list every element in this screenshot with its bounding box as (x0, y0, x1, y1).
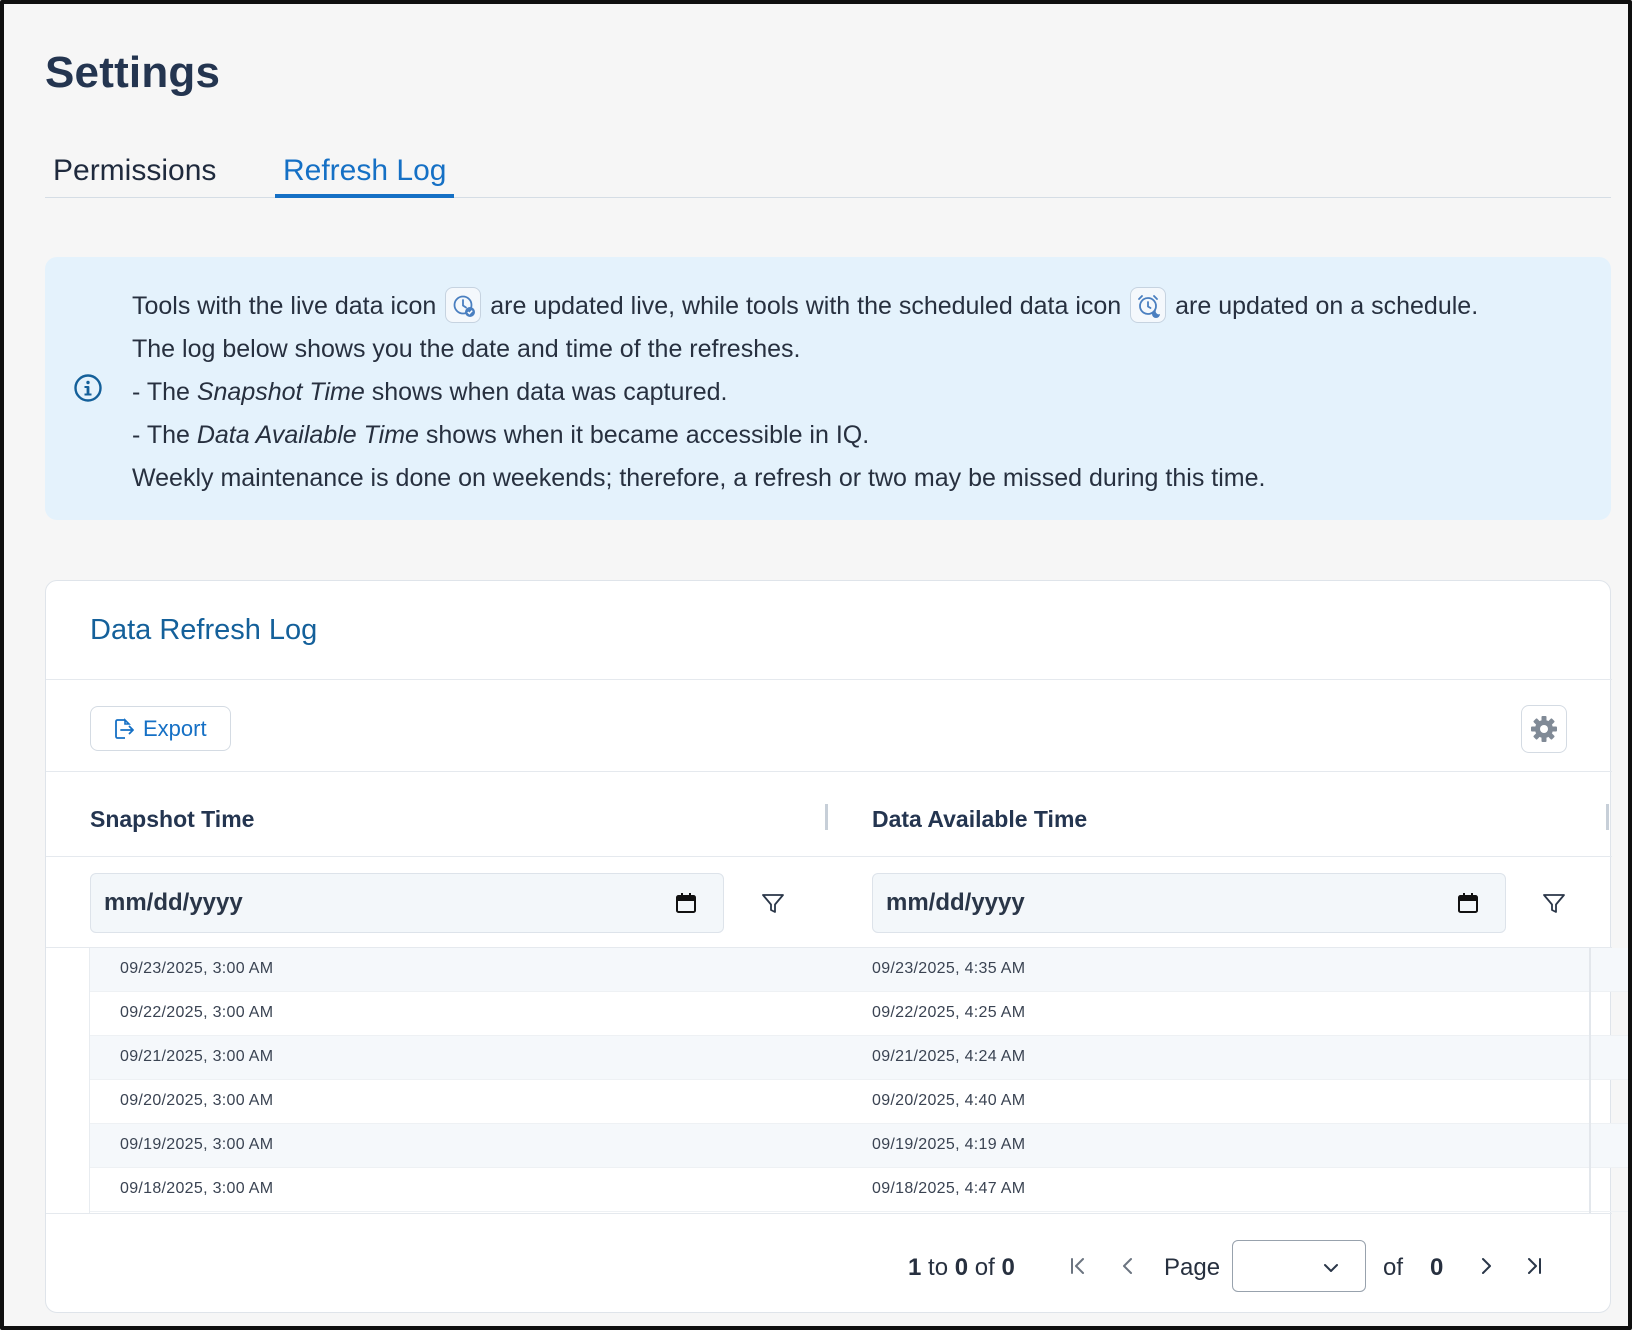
vertical-scrollbar[interactable] (1589, 948, 1591, 1213)
available-date-filter-input[interactable]: mm/dd/yyyy (872, 873, 1506, 933)
info-line-4: - The Data Available Time shows when it … (132, 414, 1592, 457)
row-range-start: 1 (908, 1254, 922, 1281)
info-line-2: The log below shows you the date and tim… (132, 335, 801, 363)
tab-permissions[interactable]: Permissions (45, 154, 224, 198)
info-banner: Tools with the live data icon are update… (45, 257, 1611, 520)
table-row[interactable]: 09/18/2025, 3:00 AM 09/18/2025, 4:47 AM (90, 1168, 1632, 1212)
previous-page-icon[interactable] (1116, 1254, 1140, 1278)
snapshot-time-cell: 09/21/2025, 3:00 AM (120, 1048, 274, 1065)
card-title: Data Refresh Log (90, 614, 318, 646)
data-available-time-cell: 09/21/2025, 4:24 AM (872, 1048, 1026, 1065)
pagination: 1 to 0 of 0 Page of 0 (46, 1213, 1612, 1313)
export-icon (115, 717, 134, 739)
alarm-clock-icon (1130, 287, 1167, 323)
page-label: Page (1164, 1254, 1221, 1281)
tab-bar: Permissions Refresh Log (45, 150, 1611, 198)
info-icon (73, 373, 103, 408)
divider (46, 856, 1612, 857)
page-total: 0 (1430, 1254, 1444, 1281)
last-page-icon[interactable] (1522, 1254, 1546, 1278)
clock-check-icon (445, 287, 482, 323)
table-row[interactable]: 09/23/2025, 3:00 AM 09/23/2025, 4:35 AM (90, 948, 1632, 992)
snapshot-time-cell: 09/23/2025, 3:00 AM (120, 960, 274, 977)
column-header-data-available-time[interactable]: Data Available Time (872, 806, 1087, 833)
info-line-1c: are updated on a schedule. (1175, 292, 1479, 320)
info-line-1: Tools with the live data icon are update… (132, 285, 1592, 328)
data-refresh-log-card: Data Refresh Log Export Snapshot Time Da… (45, 580, 1632, 1313)
divider (46, 679, 1612, 680)
gear-icon (1531, 716, 1557, 742)
chevron-down-icon (1324, 1264, 1338, 1272)
row-range-to: to (928, 1254, 949, 1281)
column-header-snapshot-time[interactable]: Snapshot Time (90, 806, 254, 833)
filter-icon[interactable] (760, 891, 786, 917)
info-line-4-prefix: - The (132, 421, 197, 449)
page-title: Settings (45, 48, 221, 97)
calendar-icon[interactable] (675, 892, 697, 914)
info-line-4-em: Data Available Time (196, 421, 419, 449)
export-button[interactable]: Export (90, 706, 231, 751)
snapshot-time-cell: 09/18/2025, 3:00 AM (120, 1180, 274, 1197)
table-row[interactable]: 09/21/2025, 3:00 AM 09/21/2025, 4:24 AM (90, 1036, 1632, 1080)
row-count-summary: 1 to 0 of 0 (908, 1254, 1015, 1282)
divider (46, 771, 1612, 772)
of-label: of (1383, 1254, 1404, 1281)
row-range-end: 0 (954, 1254, 969, 1281)
row-total: 0 (1001, 1254, 1015, 1281)
data-available-time-cell: 09/23/2025, 4:35 AM (872, 960, 1026, 977)
info-text: Tools with the live data icon are update… (132, 285, 1592, 500)
export-label: Export (143, 715, 207, 741)
column-resize-handle[interactable] (1606, 804, 1609, 830)
filter-icon[interactable] (1541, 891, 1567, 917)
info-line-1a: Tools with the live data icon (132, 292, 437, 320)
row-range-of: of (974, 1254, 995, 1281)
info-line-1b: are updated live, while tools with the s… (490, 292, 1122, 320)
column-resize-handle[interactable] (825, 804, 828, 830)
info-line-4-suffix: shows when it became accessible in IQ. (418, 421, 870, 449)
data-available-time-cell: 09/18/2025, 4:47 AM (872, 1180, 1026, 1197)
tab-refresh-log[interactable]: Refresh Log (275, 154, 455, 198)
date-placeholder: mm/dd/yyyy (886, 889, 1025, 916)
snapshot-time-cell: 09/22/2025, 3:00 AM (120, 1004, 274, 1021)
data-available-time-cell: 09/19/2025, 4:19 AM (872, 1136, 1026, 1153)
table-row[interactable]: 09/19/2025, 3:00 AM 09/19/2025, 4:19 AM (90, 1124, 1632, 1168)
info-line-3-suffix: shows when data was captured. (364, 378, 728, 406)
table-row[interactable]: 09/20/2025, 3:00 AM 09/20/2025, 4:40 AM (90, 1080, 1632, 1124)
first-page-icon[interactable] (1066, 1254, 1090, 1278)
page-select[interactable] (1232, 1240, 1366, 1292)
date-placeholder: mm/dd/yyyy (104, 889, 243, 916)
table-body[interactable]: 09/23/2025, 3:00 AM 09/23/2025, 4:35 AM 09… (90, 948, 1632, 1213)
table-row[interactable]: 09/22/2025, 3:00 AM 09/22/2025, 4:25 AM (90, 992, 1632, 1036)
snapshot-time-cell: 09/20/2025, 3:00 AM (120, 1092, 274, 1109)
snapshot-date-filter-input[interactable]: mm/dd/yyyy (90, 873, 724, 933)
info-line-5: Weekly maintenance is done on weekends; … (132, 464, 1266, 492)
data-available-time-cell: 09/20/2025, 4:40 AM (872, 1092, 1026, 1109)
snapshot-time-cell: 09/19/2025, 3:00 AM (120, 1136, 274, 1153)
next-page-icon[interactable] (1474, 1254, 1498, 1278)
table-settings-button[interactable] (1521, 705, 1567, 753)
info-line-3-prefix: - The (132, 378, 197, 406)
data-available-time-cell: 09/22/2025, 4:25 AM (872, 1004, 1026, 1021)
info-line-3-em: Snapshot Time (196, 378, 365, 406)
info-line-3: - The Snapshot Time shows when data was … (132, 371, 1592, 414)
calendar-icon[interactable] (1457, 892, 1479, 914)
